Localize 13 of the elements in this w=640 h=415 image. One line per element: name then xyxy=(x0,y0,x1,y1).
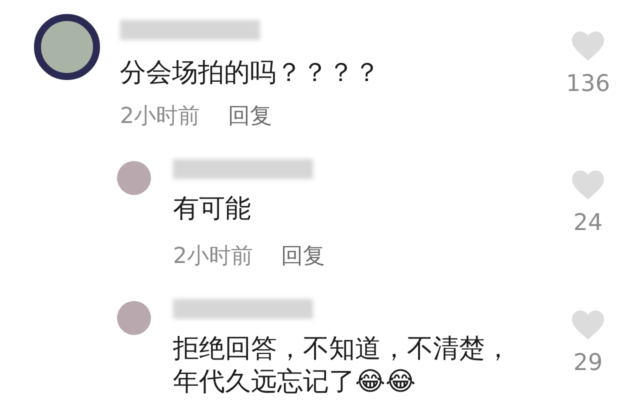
like-count: 29 xyxy=(573,349,603,377)
heart-icon[interactable] xyxy=(570,309,606,341)
like-count: 136 xyxy=(566,70,610,98)
reply-link[interactable]: 回复 xyxy=(228,102,272,132)
heart-icon[interactable] xyxy=(570,30,606,62)
comment-text: 有可能 xyxy=(173,193,252,226)
heart-icon[interactable] xyxy=(570,169,606,201)
comment-text: 拒绝回答，不知道，不清楚，年代久远忘记了😂😂 xyxy=(173,333,512,399)
comment-time: 2小时前 xyxy=(120,103,200,131)
comment-time: 2小时前 xyxy=(173,243,253,271)
comment-text: 分会场拍的吗？？？？ xyxy=(120,57,381,90)
like-count: 24 xyxy=(573,209,603,237)
reply-link[interactable]: 回复 xyxy=(281,242,325,272)
